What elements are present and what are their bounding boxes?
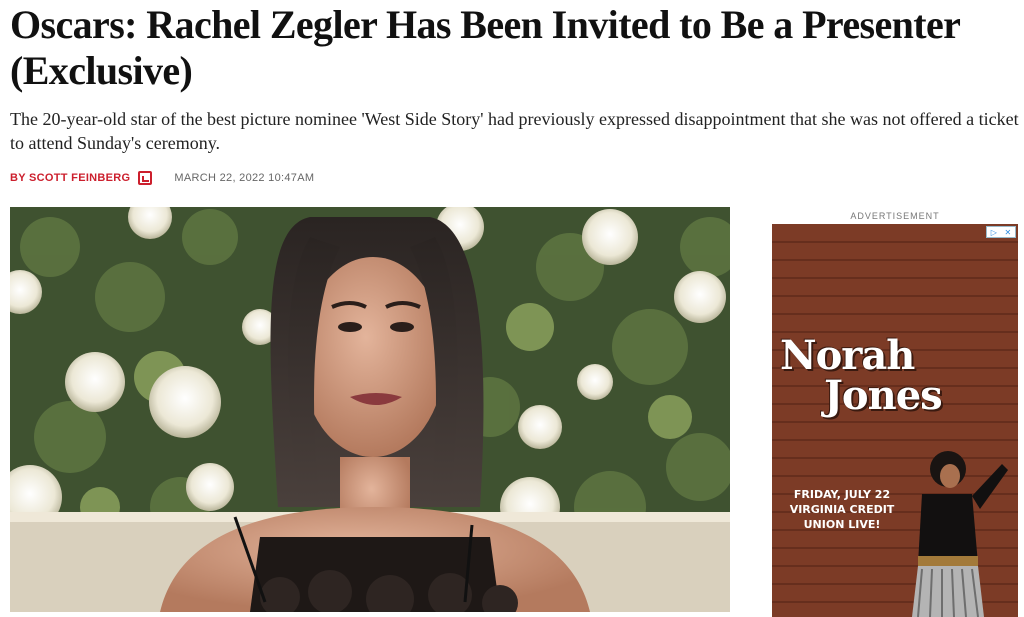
ad-choices-badge[interactable]: ▷ ✕ (986, 226, 1016, 238)
ad-event-venue-line2: UNION LIVE! (803, 518, 881, 531)
ad-background-illustration (772, 224, 1018, 617)
ad-event-venue-line1: VIRGINIA CREDIT (789, 503, 895, 516)
author-link[interactable]: BY SCOTT FEINBERG (10, 172, 130, 184)
author-profile-icon[interactable] (138, 171, 153, 185)
ad-title-line2: Jones (824, 372, 943, 419)
article-headline: Oscars: Rachel Zegler Has Been Invited t… (10, 2, 960, 93)
ad-event-date: FRIDAY, JULY 22 (793, 488, 891, 501)
advertisement-label: ADVERTISEMENT (850, 211, 940, 221)
advertisement-banner[interactable]: ▷ ✕ Norah Jones FRIDAY, JULY 22 VIRGINIA… (772, 224, 1018, 617)
hero-image (10, 207, 730, 612)
close-icon[interactable]: ✕ (1005, 228, 1012, 237)
publish-date: MARCH 22, 2022 10:47AM (174, 172, 315, 184)
ad-choices-icon[interactable]: ▷ (991, 228, 997, 237)
byline: BY SCOTT FEINBERG MARCH 22, 2022 10:47AM (10, 170, 314, 186)
article-dek: The 20-year-old star of the best picture… (10, 109, 1019, 153)
hero-photo-illustration (10, 207, 730, 612)
ad-artist-name: Norah Jones (780, 336, 960, 416)
ad-event-info: FRIDAY, JULY 22 VIRGINIA CREDIT UNION LI… (782, 487, 902, 532)
